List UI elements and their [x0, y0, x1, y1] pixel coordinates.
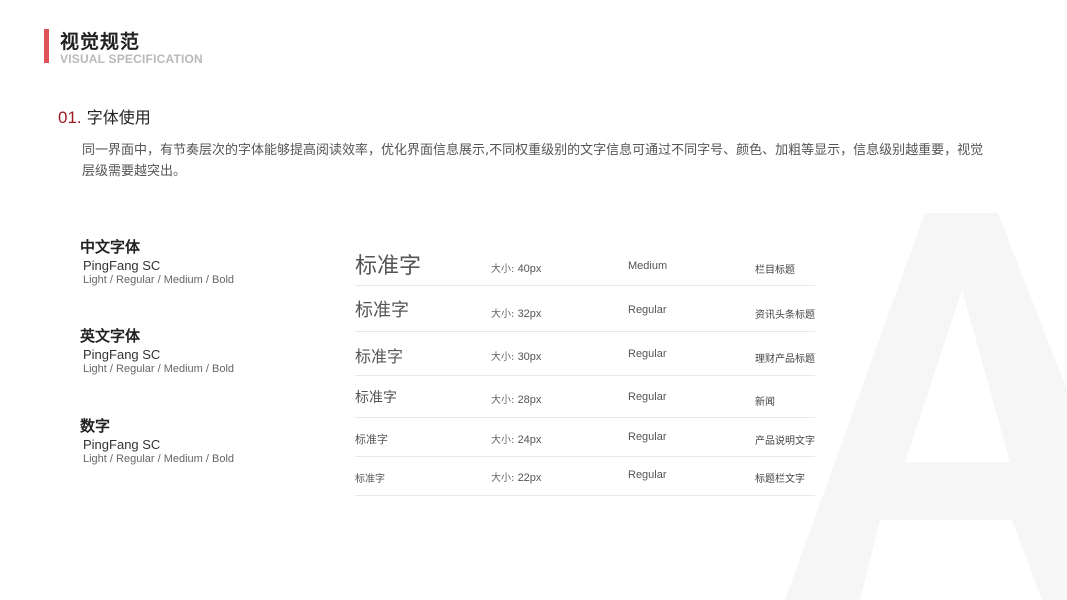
sample-text: 标准字: [355, 390, 397, 406]
font-weight-value: Regular: [628, 304, 667, 316]
intro-line: 层级需要越突出。: [82, 164, 187, 179]
usage-text: 新闻: [755, 397, 775, 408]
font-family-name: PingFang SC: [83, 347, 161, 362]
size-px: 40px: [517, 263, 542, 275]
size-label: 大小:: [491, 309, 515, 320]
font-weights: Light / Regular / Medium / Bold: [83, 453, 235, 465]
type-spec-row: 标准字 大小: 28px Regular 新闻: [355, 376, 815, 418]
sample-text: 标准字: [355, 433, 388, 446]
size-px: 22px: [517, 472, 542, 484]
font-group-title: 中文字体: [80, 238, 141, 256]
usage-text: 产品说明文字: [755, 436, 815, 447]
font-family-name: PingFang SC: [83, 258, 161, 273]
size-label: 大小:: [491, 435, 515, 446]
title-accent-bar: [44, 29, 49, 63]
type-spec-row: 标准字 大小: 40px Medium 栏目标题: [355, 240, 815, 286]
type-spec-row: 标准字 大小: 32px Regular 资讯头条标题: [355, 286, 815, 332]
sample-text: 标准字: [355, 300, 409, 321]
section-number: 01.: [58, 108, 82, 127]
font-weights: Light / Regular / Medium / Bold: [83, 274, 235, 286]
size-label: 大小:: [491, 264, 515, 275]
usage-text: 栏目标题: [755, 265, 795, 276]
type-spec-row: 标准字 大小: 24px Regular 产品说明文字: [355, 418, 815, 457]
size-px: 30px: [517, 351, 542, 363]
size-value: 大小: 30px: [491, 348, 541, 363]
size-label: 大小:: [491, 352, 515, 363]
section-heading: 01. 字体使用: [58, 104, 151, 128]
size-value: 大小: 28px: [491, 391, 541, 406]
size-value: 大小: 40px: [491, 260, 541, 275]
size-px: 28px: [517, 394, 542, 406]
intro-line: 同一界面中，有节奏层次的字体能够提高阅读效率，优化界面信息展示,不同权重级别的文…: [82, 143, 984, 158]
page-title: 视觉规范: [60, 31, 141, 53]
size-value: 大小: 22px: [491, 469, 541, 484]
section-intro: 同一界面中，有节奏层次的字体能够提高阅读效率，优化界面信息展示,不同权重级别的文…: [82, 140, 1012, 182]
size-label: 大小:: [491, 473, 515, 484]
section-title: 字体使用: [86, 108, 151, 127]
size-px: 24px: [517, 434, 542, 446]
sample-text: 标准字: [355, 347, 404, 366]
size-value: 大小: 32px: [491, 305, 541, 320]
font-weight-value: Regular: [628, 391, 667, 403]
size-px: 32px: [517, 308, 542, 320]
usage-text: 资讯头条标题: [755, 310, 815, 321]
size-label: 大小:: [491, 395, 515, 406]
usage-text: 标题栏文字: [755, 474, 805, 485]
font-group-numbers: 数字 PingFang SC Light / Regular / Medium …: [80, 416, 234, 466]
font-weight-value: Regular: [628, 348, 667, 360]
font-weight-value: Medium: [628, 260, 668, 272]
type-spec-row: 标准字 大小: 22px Regular 标题栏文字: [355, 457, 815, 496]
font-group-english: 英文字体 PingFang SC Light / Regular / Mediu…: [80, 326, 234, 376]
font-group-chinese: 中文字体 PingFang SC Light / Regular / Mediu…: [80, 237, 234, 287]
font-group-title: 英文字体: [80, 327, 141, 345]
size-value: 大小: 24px: [491, 431, 541, 446]
font-weights: Light / Regular / Medium / Bold: [83, 363, 235, 375]
sample-text: 标准字: [355, 474, 385, 485]
type-spec-row: 标准字 大小: 30px Regular 理财产品标题: [355, 332, 815, 376]
font-group-title: 数字: [80, 417, 111, 435]
usage-text: 理财产品标题: [755, 354, 815, 365]
font-weight-value: Regular: [628, 469, 667, 481]
font-family-name: PingFang SC: [83, 437, 161, 452]
page-subtitle: VISUAL SPECIFICATION: [60, 52, 203, 66]
font-weight-value: Regular: [628, 431, 667, 443]
sample-text: 标准字: [355, 254, 422, 279]
